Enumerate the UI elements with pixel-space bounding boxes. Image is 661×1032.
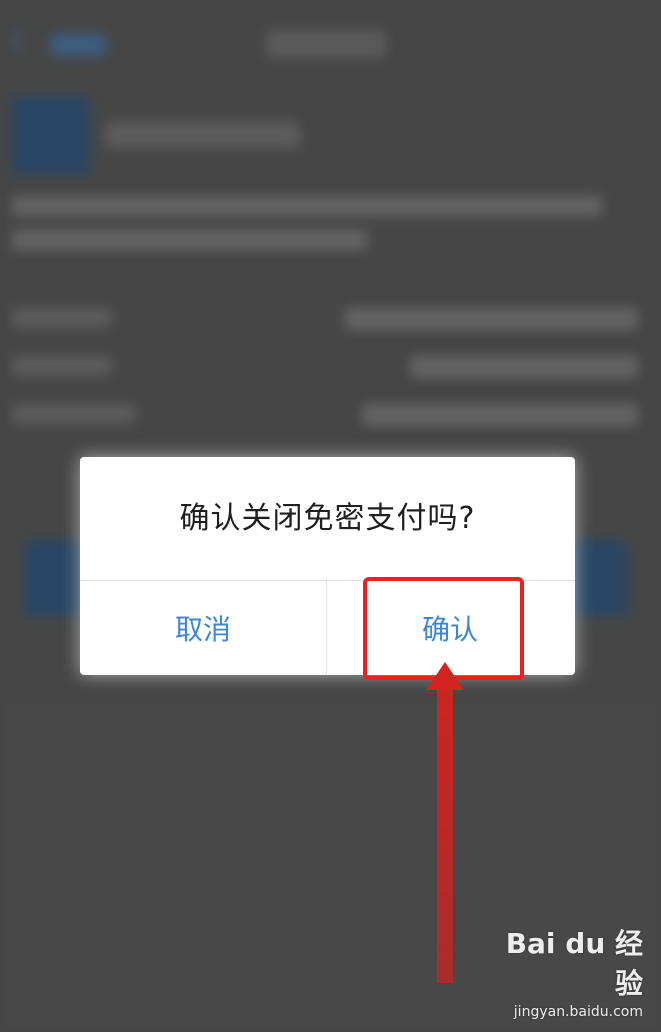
- cancel-button[interactable]: 取消: [80, 581, 326, 675]
- watermark-url: jingyan.baidu.com: [513, 1004, 643, 1020]
- baidu-logo: Bai du 经验: [505, 927, 643, 1000]
- baidu-watermark: Bai du 经验 jingyan.baidu.com: [483, 922, 643, 1020]
- arrow-up-icon: [426, 662, 464, 983]
- dialog-title: 确认关闭免密支付吗?: [179, 501, 476, 536]
- screen: 确认关闭免密支付吗? 取消 确认 Bai du 经验 jingyan.baidu…: [0, 0, 661, 1032]
